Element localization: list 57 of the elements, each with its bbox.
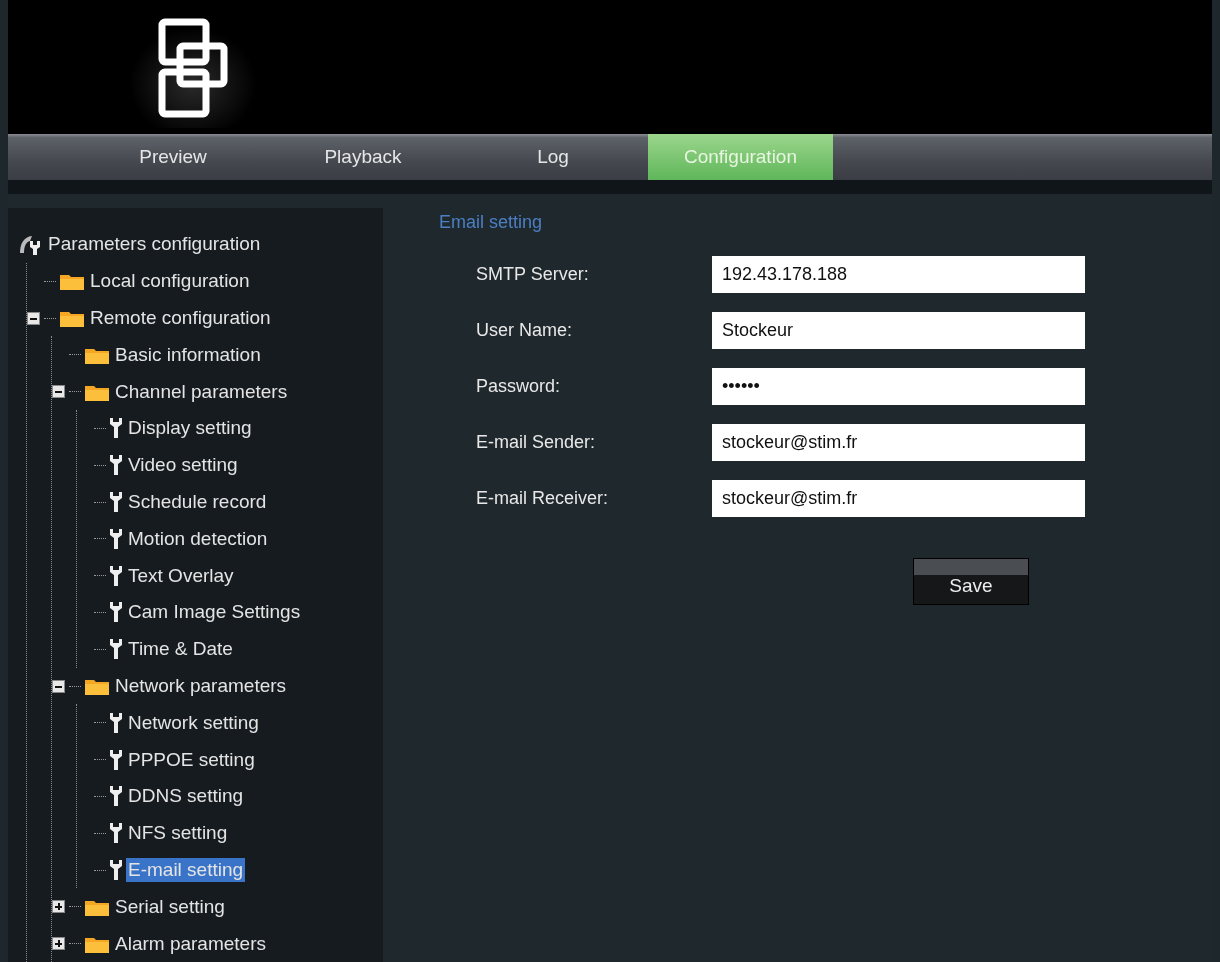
tree-item[interactable]: Channel parameters: [113, 379, 290, 404]
tree-item[interactable]: NFS setting: [126, 821, 230, 846]
tree-item[interactable]: Text Overlay: [126, 563, 236, 588]
expand-toggle[interactable]: [52, 385, 65, 399]
save-button[interactable]: Save: [913, 558, 1029, 606]
wrench-icon: [110, 786, 122, 807]
tree-item[interactable]: Time & Date: [126, 637, 235, 662]
tree-item[interactable]: Remote configuration: [88, 306, 273, 331]
expand-toggle[interactable]: [27, 311, 40, 325]
wrench-icon: [110, 528, 122, 549]
field-label: E-mail Receiver:: [475, 488, 610, 510]
wrench-icon: [110, 712, 122, 733]
field-label: SMTP Server:: [475, 264, 590, 286]
tree-item[interactable]: Local configuration: [88, 269, 252, 294]
tree-item[interactable]: Video setting: [126, 453, 240, 478]
wrench-icon: [110, 823, 122, 844]
folder-icon: [60, 272, 84, 291]
tree-item[interactable]: Schedule record: [126, 490, 269, 515]
tree-item[interactable]: Parameters configuration: [46, 232, 263, 257]
tree-item[interactable]: Network parameters: [113, 674, 289, 698]
field-label: E-mail Sender:: [475, 432, 597, 454]
expand-toggle[interactable]: [52, 679, 65, 693]
tree-item[interactable]: Cam Image Settings: [126, 600, 303, 625]
tree-item[interactable]: PPPOE setting: [126, 747, 257, 772]
wrench-icon: [110, 565, 122, 586]
nav-tab[interactable]: Playback: [268, 133, 458, 181]
nav-tab[interactable]: Preview: [78, 133, 268, 181]
tools-icon: [18, 233, 42, 256]
tree-item[interactable]: Motion detection: [126, 526, 270, 551]
tree-item[interactable]: Alarm parameters: [113, 931, 268, 956]
input-field[interactable]: ••••••: [712, 368, 1085, 406]
field-label: Password:: [475, 376, 562, 398]
wrench-icon: [110, 455, 122, 476]
expand-toggle[interactable]: [52, 900, 65, 914]
tree-item[interactable]: DDNS setting: [126, 784, 246, 809]
nav-tab[interactable]: Log: [458, 133, 648, 181]
folder-icon: [85, 677, 109, 695]
folder-icon: [60, 309, 84, 328]
wrench-icon: [110, 602, 122, 623]
tree-item[interactable]: Basic information: [113, 342, 263, 367]
expand-toggle[interactable]: [52, 937, 65, 951]
wrench-icon: [110, 418, 122, 439]
tree-item[interactable]: Network setting: [126, 710, 261, 735]
tree-item[interactable]: Serial setting: [113, 894, 227, 919]
tree-item[interactable]: E-mail setting: [126, 858, 246, 882]
input-field[interactable]: stockeur@stim.fr: [712, 480, 1085, 518]
field-label: User Name:: [475, 320, 574, 342]
input-field[interactable]: Stockeur: [712, 312, 1085, 350]
tree-item[interactable]: Display setting: [126, 416, 254, 441]
wrench-icon: [110, 492, 122, 513]
logo-icon: [158, 18, 228, 118]
section-title: Email setting: [439, 212, 544, 234]
wrench-icon: [110, 639, 122, 660]
input-field[interactable]: stockeur@stim.fr: [712, 424, 1085, 462]
wrench-icon: [110, 749, 122, 770]
input-field[interactable]: 192.43.178.188: [712, 256, 1085, 294]
wrench-icon: [110, 860, 122, 880]
